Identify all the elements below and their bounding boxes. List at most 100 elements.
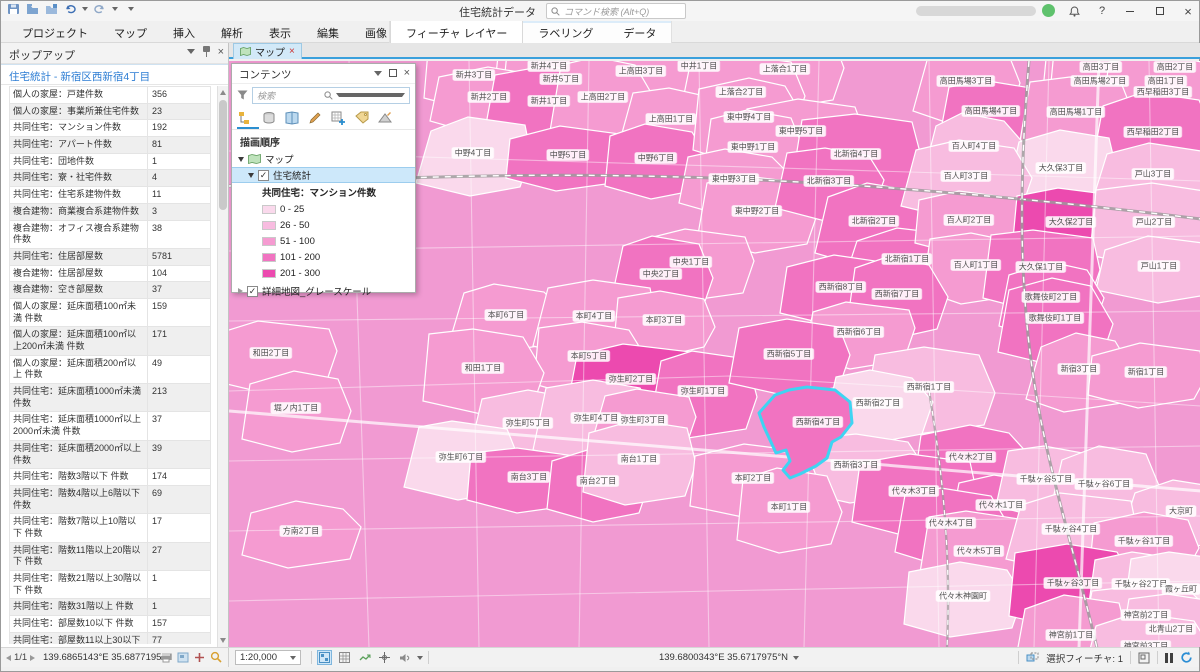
tree-node-housing-layer[interactable]: ✓ 住宅統計 xyxy=(232,167,415,183)
list-by-selection-icon[interactable] xyxy=(285,111,299,125)
command-search-input[interactable]: コマンド検索 (Alt+Q) xyxy=(546,3,686,19)
list-by-drawing-order-icon[interactable] xyxy=(238,111,253,125)
pause-drawing-icon[interactable] xyxy=(1165,653,1173,663)
contents-close-icon[interactable]: × xyxy=(404,68,410,78)
search-options-icon[interactable] xyxy=(336,93,406,97)
scroll-down-icon[interactable] xyxy=(220,638,226,643)
map-scale-input[interactable]: 1:20,000 xyxy=(235,650,301,665)
expand-icon[interactable] xyxy=(238,157,244,162)
zoom-to-feature-icon[interactable] xyxy=(177,652,189,663)
label-tag-icon[interactable] xyxy=(355,111,369,125)
ribbon-tab[interactable]: プロジェクト xyxy=(9,21,101,43)
prev-feature-icon[interactable] xyxy=(6,655,11,661)
tree-node-basemap[interactable]: ✓ 詳細地図_グレースケール xyxy=(232,283,415,299)
snap-crosshair-icon[interactable] xyxy=(377,650,392,665)
ribbon-tab[interactable]: 表示 xyxy=(256,21,304,43)
edit-pencil-icon[interactable] xyxy=(308,111,322,125)
print-icon[interactable] xyxy=(160,652,172,663)
command-search-placeholder: コマンド検索 (Alt+Q) xyxy=(564,5,649,18)
coords-dropdown-icon[interactable] xyxy=(793,656,799,660)
scrollbar-thumb[interactable] xyxy=(219,100,227,210)
ribbon-tab[interactable]: 編集 xyxy=(304,21,352,43)
table-view-icon[interactable] xyxy=(337,650,352,665)
next-feature-icon[interactable] xyxy=(30,655,35,661)
status-more-icon[interactable] xyxy=(417,656,423,660)
ribbon-tab[interactable]: 挿入 xyxy=(160,21,208,43)
ribbon-tab[interactable]: マップ xyxy=(101,21,160,43)
attribute-label: 共同住宅：寮・社宅件数 xyxy=(10,170,148,186)
legend-class-row: 201 - 300 xyxy=(232,265,415,281)
district-polygon[interactable] xyxy=(1088,343,1200,408)
attribute-label: 共同住宅：団地件数 xyxy=(10,154,148,170)
collapsed-icon[interactable] xyxy=(238,288,243,294)
tree-node-map[interactable]: マップ xyxy=(232,151,415,167)
map-status-bar: 1:20,000 139.6800343°E 35.6717975°N xyxy=(229,648,1199,667)
list-by-editing-grid-icon[interactable] xyxy=(331,111,346,125)
district-polygon[interactable] xyxy=(904,562,1023,637)
search-icon xyxy=(551,7,560,16)
map-canvas[interactable]: 新井3丁目新井4丁目新井5丁目中井1丁目上高田3丁目新井2丁目新井1丁目上高田2… xyxy=(229,61,1200,647)
panel-close-icon[interactable]: × xyxy=(218,47,224,57)
help-icon[interactable]: ? xyxy=(1089,1,1115,21)
drawing-order-heading: 描画順序 xyxy=(232,130,415,151)
district-polygon[interactable] xyxy=(242,501,361,568)
district-polygon[interactable] xyxy=(737,468,842,553)
maximize-button[interactable] xyxy=(1147,1,1173,21)
attribute-label: 個人の家屋：延床面積200㎡以上 件数 xyxy=(10,356,148,383)
table-row: 共同住宅：延床面積1000㎡以上2000㎡未満 件数37 xyxy=(10,412,211,440)
close-button[interactable]: × xyxy=(1175,1,1200,21)
contents-menu-icon[interactable] xyxy=(374,71,382,76)
filter-icon[interactable] xyxy=(237,90,248,100)
panel-menu-icon[interactable] xyxy=(187,49,195,54)
table-row: 個人の家屋：延床面積200㎡以上 件数49 xyxy=(10,356,211,384)
perspective-icon[interactable] xyxy=(378,111,392,125)
open-project-icon[interactable] xyxy=(26,3,39,15)
title-bar: 住宅統計データ コマンド検索 (Alt+Q) ? × xyxy=(1,1,1199,21)
table-row: 共同住宅：階数31階以上 件数1 xyxy=(10,599,211,616)
contents-float-icon[interactable] xyxy=(389,69,397,77)
undo-dropdown-icon[interactable] xyxy=(82,7,88,11)
undo-icon[interactable] xyxy=(64,3,76,15)
layout-grid-icon[interactable] xyxy=(317,650,332,665)
layer-visibility-checkbox[interactable]: ✓ xyxy=(258,170,269,181)
map-tab-close-icon[interactable]: × xyxy=(289,46,295,57)
add-to-selection-icon[interactable] xyxy=(194,652,205,663)
basemap-visibility-checkbox[interactable]: ✓ xyxy=(247,286,258,297)
ribbon-tab[interactable]: 解析 xyxy=(208,21,256,43)
extent-box-icon[interactable] xyxy=(1138,652,1150,664)
pin-icon[interactable] xyxy=(203,46,210,57)
district-polygon[interactable] xyxy=(729,319,850,396)
notifications-bell-icon[interactable] xyxy=(1061,1,1087,21)
legend-class-label: 0 - 25 xyxy=(280,204,304,215)
contextual-tab[interactable]: データ xyxy=(608,21,671,43)
contents-search-input[interactable]: 検索 xyxy=(252,87,410,104)
animation-icon[interactable] xyxy=(357,650,372,665)
save-icon[interactable] xyxy=(7,3,20,15)
list-by-data-source-icon[interactable] xyxy=(262,111,276,125)
attribute-value: 3 xyxy=(148,204,210,220)
ribbon: プロジェクトマップ挿入解析表示編集画像共有ヘルプ フィーチャ レイヤーラベリング… xyxy=(1,21,1199,43)
contextual-tab[interactable]: フィーチャ レイヤー xyxy=(390,21,523,43)
minimize-button[interactable] xyxy=(1117,1,1143,21)
speaker-icon[interactable] xyxy=(397,650,412,665)
redo-dropdown-icon[interactable] xyxy=(112,7,118,11)
customize-qat-icon[interactable] xyxy=(128,7,134,11)
table-row: 共同住宅：階数21階以上30階以下 件数1 xyxy=(10,571,211,599)
map-tab-icon xyxy=(240,47,251,56)
refresh-icon[interactable] xyxy=(1180,651,1193,664)
scale-dropdown-icon[interactable] xyxy=(290,656,296,660)
magnifier-icon[interactable] xyxy=(210,651,222,663)
map-document-tab[interactable]: マップ × xyxy=(233,43,302,59)
attribute-value: 77 xyxy=(148,633,210,644)
district-polygon[interactable] xyxy=(242,371,351,452)
table-row: 共同住宅：階数11階以上20階以下 件数27 xyxy=(10,543,211,571)
new-project-icon[interactable] xyxy=(45,3,58,15)
redo-icon[interactable] xyxy=(94,3,106,15)
contextual-tab[interactable]: ラベリング xyxy=(523,21,608,43)
popup-table-scrollbar[interactable] xyxy=(217,86,228,647)
scroll-up-icon[interactable] xyxy=(220,90,226,95)
district-polygon[interactable] xyxy=(583,420,696,505)
expand-icon[interactable] xyxy=(248,173,254,178)
attribute-label: 共同住宅：延床面積1000㎡未満 件数 xyxy=(10,384,148,411)
table-row: 共同住宅：階数3階以下 件数174 xyxy=(10,469,211,486)
